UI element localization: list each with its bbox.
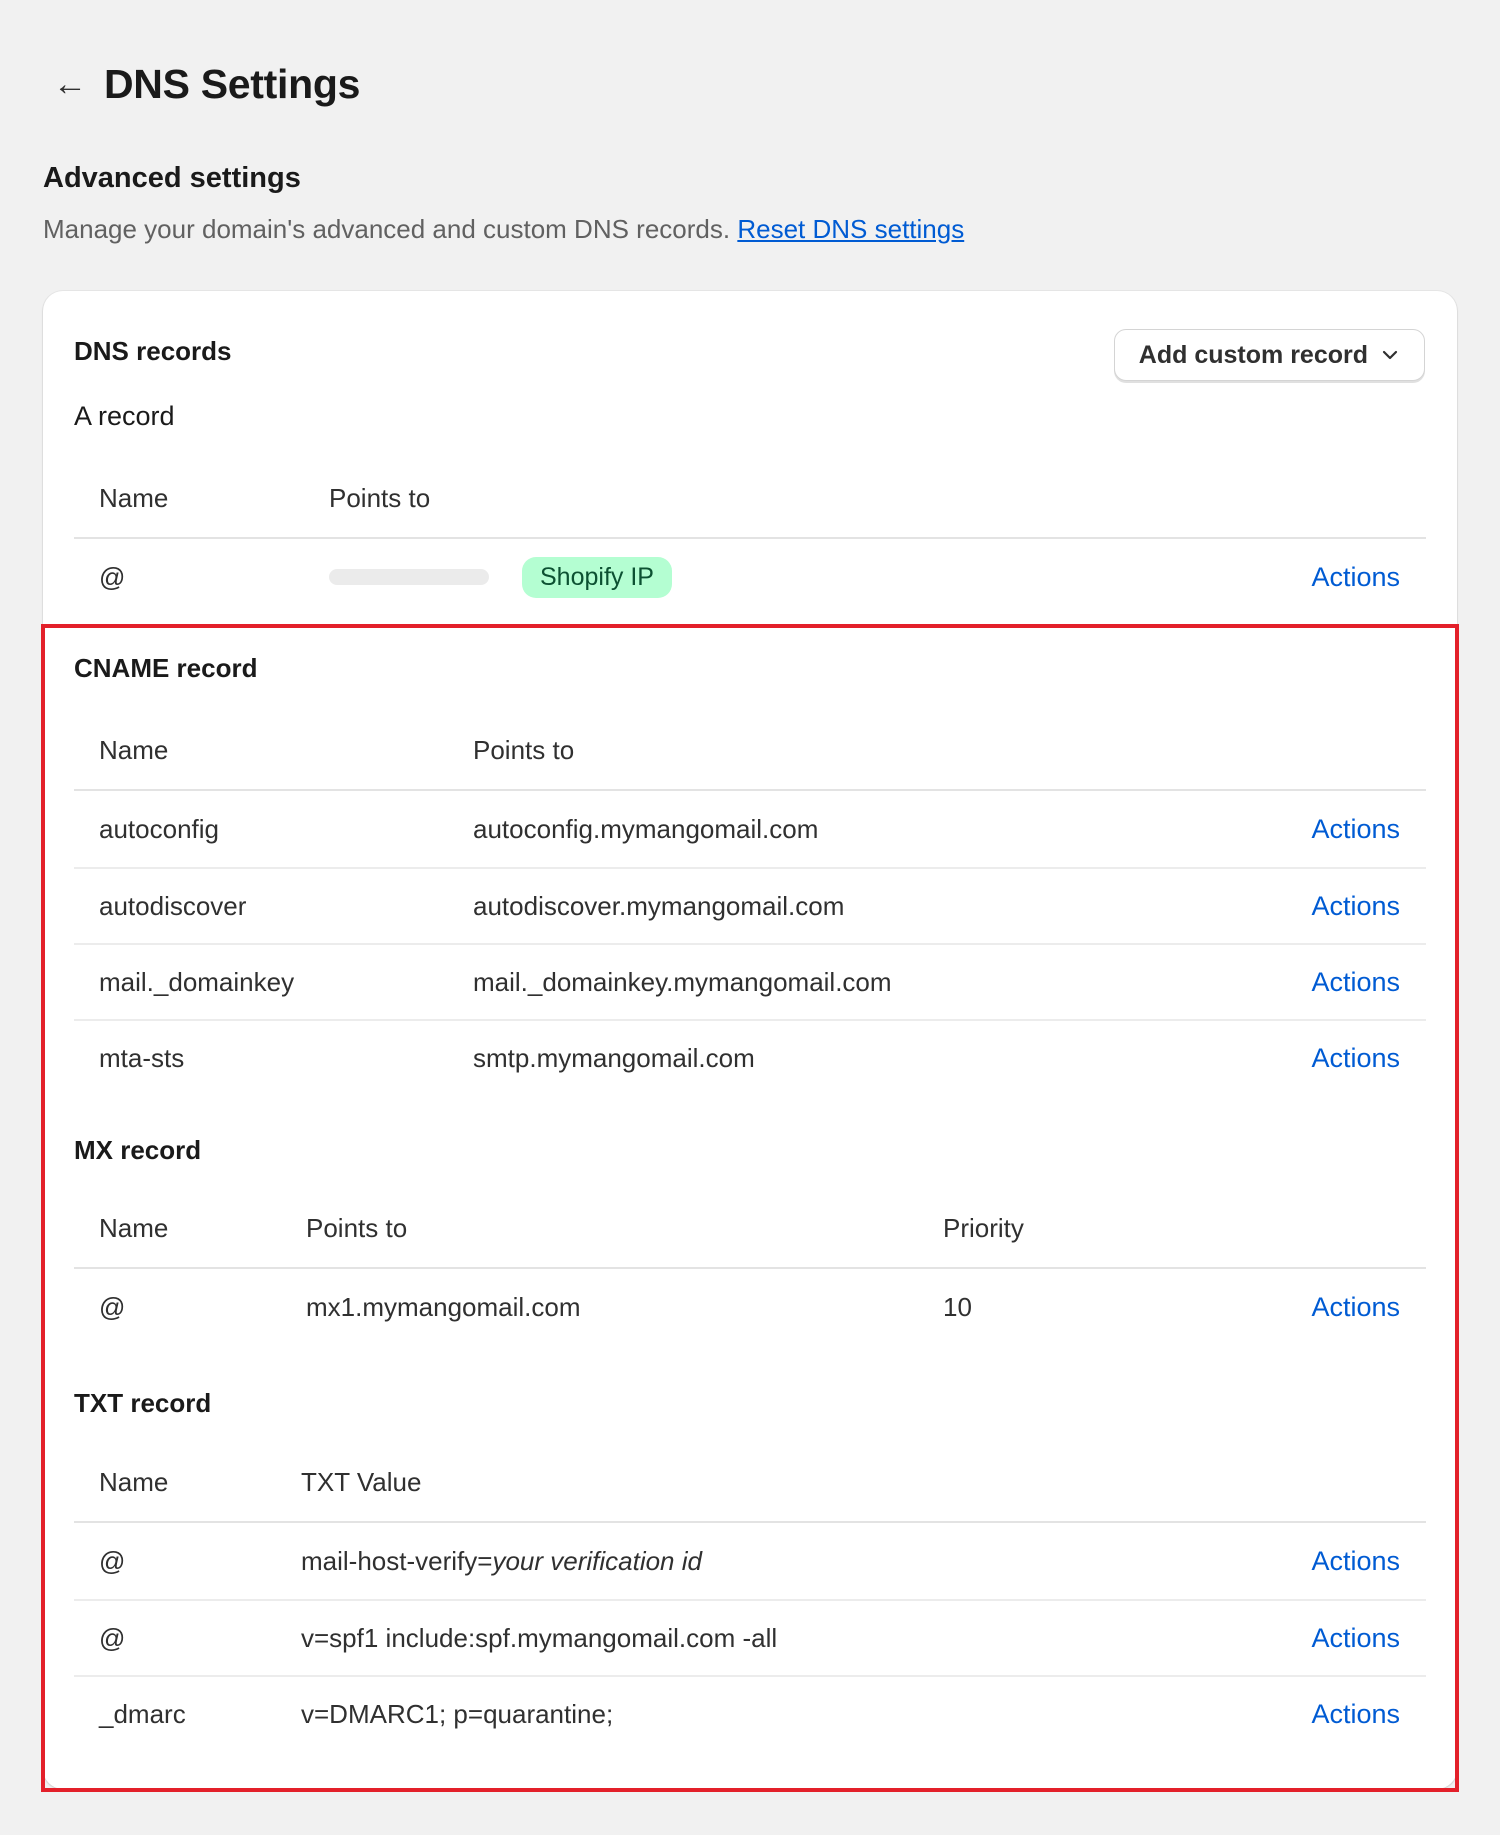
record-name: autodiscover (99, 890, 247, 921)
actions-link[interactable]: Actions (1311, 945, 1400, 1019)
record-points-to: mail._domainkey.mymangomail.com (473, 966, 892, 997)
header-name: Name (99, 1466, 169, 1497)
mx-record-title: MX record (74, 1135, 202, 1165)
header-points-to: Points to (306, 1212, 408, 1243)
record-name: mta-sts (99, 1042, 185, 1073)
actions-link[interactable]: Actions (1311, 791, 1400, 867)
cname-row: mail._domainkey mail._domainkey.mymangom… (74, 943, 1426, 1019)
txt-row: @ v=spf1 include:spf.mymangomail.com -al… (74, 1599, 1426, 1675)
txt-row: @ mail-host-verify= your verification id … (74, 1523, 1426, 1599)
add-custom-record-button[interactable]: Add custom record (1113, 329, 1425, 381)
record-points-to: autoconfig.mymangomail.com (473, 813, 819, 844)
page-title: DNS Settings (104, 60, 361, 107)
actions-link[interactable]: Actions (1311, 1523, 1400, 1599)
header-name: Name (99, 1212, 169, 1243)
ip-placeholder (329, 539, 489, 615)
record-name: mail._domainkey (99, 966, 295, 997)
header-priority: Priority (943, 1212, 1024, 1243)
header-txt-value: TXT Value (301, 1466, 422, 1497)
txt-header-row: Name TXT Value (74, 1443, 1426, 1523)
section-description-text: Manage your domain's advanced and custom… (43, 214, 731, 244)
card-title: DNS records (74, 336, 232, 366)
section-description: Manage your domain's advanced and custom… (43, 214, 964, 245)
record-points-to: mx1.mymangomail.com (306, 1291, 581, 1322)
a-record-title: A record (74, 401, 175, 431)
actions-link[interactable]: Actions (1311, 1677, 1400, 1751)
record-txt-value: v=DMARC1; p=quarantine; (301, 1698, 614, 1729)
actions-link[interactable]: Actions (1311, 869, 1400, 943)
reset-dns-settings-link[interactable]: Reset DNS settings (737, 214, 964, 244)
record-name: @ (99, 1622, 126, 1653)
record-txt-value: v=spf1 include:spf.mymangomail.com -all (301, 1622, 778, 1653)
record-name: @ (99, 561, 126, 592)
shopify-ip-badge: Shopify IP (522, 539, 672, 615)
header-name: Name (99, 482, 169, 513)
add-custom-record-label: Add custom record (1138, 340, 1368, 369)
cname-row: autoconfig autoconfig.mymangomail.com Ac… (74, 791, 1426, 867)
txt-record-title: TXT record (74, 1388, 212, 1418)
actions-link[interactable]: Actions (1311, 1021, 1400, 1095)
header-name: Name (99, 734, 169, 765)
record-name: _dmarc (99, 1698, 186, 1729)
chevron-down-icon (1382, 350, 1398, 360)
cname-record-title: CNAME record (74, 653, 258, 683)
a-record-header-row: Name Points to (74, 459, 1426, 539)
txt-value-placeholder: your verification id (492, 1545, 702, 1576)
mx-header-row: Name Points to Priority (74, 1189, 1426, 1269)
record-points-to: smtp.mymangomail.com (473, 1042, 755, 1073)
cname-row: autodiscover autodiscover.mymangomail.co… (74, 867, 1426, 943)
record-name: @ (99, 1545, 126, 1576)
header-points-to: Points to (329, 482, 431, 513)
record-points-to: autodiscover.mymangomail.com (473, 890, 845, 921)
cname-header-row: Name Points to (74, 711, 1426, 791)
back-arrow-icon[interactable]: ← (52, 65, 88, 103)
mx-row: @ mx1.mymangomail.com 10 Actions (74, 1269, 1426, 1345)
record-txt-value: mail-host-verify= your verification id (301, 1523, 702, 1599)
actions-link[interactable]: Actions (1311, 1601, 1400, 1675)
badge-label: Shopify IP (522, 556, 672, 598)
actions-link[interactable]: Actions (1311, 1269, 1400, 1345)
cname-row: mta-sts smtp.mymangomail.com Actions (74, 1019, 1426, 1095)
a-record-row: @ Shopify IP Actions (74, 539, 1426, 615)
record-name: autoconfig (99, 813, 219, 844)
section-title: Advanced settings (43, 162, 301, 194)
header-points-to: Points to (473, 734, 575, 765)
dns-records-card: DNS records Add custom record A record N… (43, 291, 1457, 1789)
actions-link[interactable]: Actions (1311, 539, 1400, 615)
page-header: ← DNS Settings (52, 56, 360, 112)
record-priority: 10 (943, 1291, 972, 1322)
record-name: @ (99, 1291, 126, 1322)
txt-value-prefix: mail-host-verify= (301, 1545, 493, 1576)
txt-row: _dmarc v=DMARC1; p=quarantine; Actions (74, 1675, 1426, 1751)
